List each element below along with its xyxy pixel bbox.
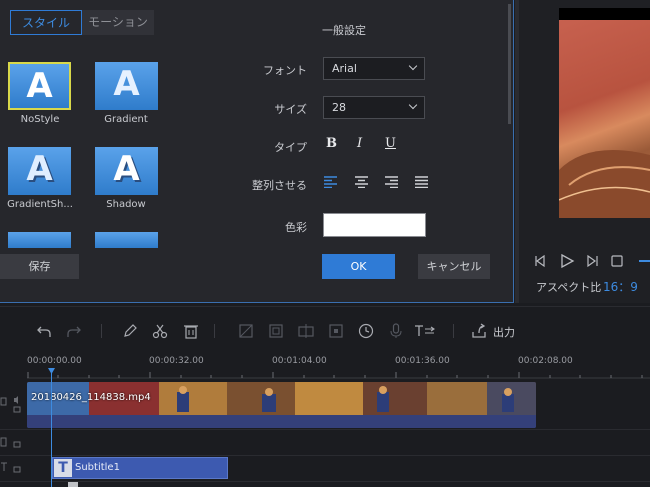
toolbar-separator: [214, 324, 215, 338]
track-handle[interactable]: [68, 482, 78, 487]
stop-icon[interactable]: [611, 255, 623, 267]
align-right-icon[interactable]: [385, 176, 399, 188]
save-button[interactable]: 保存: [0, 254, 79, 279]
chevron-down-icon: [408, 100, 418, 110]
style-letter: A: [113, 149, 140, 189]
speed-clock-icon[interactable]: [358, 323, 374, 339]
zoom-frame-icon[interactable]: [268, 323, 284, 339]
style-letter: A: [26, 149, 53, 189]
microphone-icon[interactable]: [388, 323, 404, 339]
style-card-shadow[interactable]: A: [95, 147, 158, 195]
align-label: 整列させる: [252, 179, 307, 192]
size-label: サイズ: [274, 103, 307, 116]
style-letter: A: [113, 64, 140, 104]
overlay-track-icons: [0, 437, 21, 448]
text-icon: T: [54, 459, 72, 477]
align-center-icon[interactable]: [355, 176, 369, 188]
ok-button[interactable]: OK: [322, 254, 395, 279]
font-value: Arial: [332, 62, 357, 75]
video-thumbnails: [27, 382, 536, 428]
font-label: フォント: [263, 64, 307, 77]
playhead-line[interactable]: [51, 369, 52, 487]
subtitle-clip-name: Subtitle1: [75, 462, 120, 473]
style-card-gradient-shadow[interactable]: A: [8, 147, 71, 195]
subtitle-clip[interactable]: T Subtitle1: [52, 457, 228, 479]
previous-frame-icon[interactable]: [534, 254, 548, 268]
chevron-down-icon: [408, 61, 418, 71]
ruler-tick-label: 00:00:00.00: [27, 356, 82, 366]
align-justify-icon[interactable]: [415, 176, 429, 188]
trash-icon[interactable]: [183, 323, 199, 339]
style-card-nostyle[interactable]: A: [8, 62, 71, 110]
redo-icon[interactable]: [66, 323, 82, 339]
ruler-tick-label: 00:01:04.00: [272, 356, 327, 366]
preview-scene: [558, 150, 650, 218]
video-track-icons: [0, 396, 21, 413]
video-clip-name: 20180426_114838.mp4: [31, 392, 151, 403]
tab-motion[interactable]: モーション: [82, 10, 154, 35]
style-label-gradient: Gradient: [104, 114, 148, 125]
aspect-ratio-value[interactable]: 16：9: [603, 278, 638, 295]
style-label-shadow: Shadow: [106, 199, 146, 210]
aspect-label: アスペクト比: [536, 281, 602, 294]
edit-pencil-icon[interactable]: [122, 323, 138, 339]
style-letter: A: [26, 66, 53, 106]
ruler-tick-label: 00:00:32.00: [149, 356, 204, 366]
toolbar-separator: [453, 324, 454, 338]
toolbar-separator: [101, 324, 102, 338]
undo-icon[interactable]: [36, 323, 52, 339]
font-select[interactable]: Arial: [323, 57, 425, 80]
size-select[interactable]: 28: [323, 96, 425, 119]
split-screen-icon[interactable]: [298, 323, 314, 339]
export-icon[interactable]: [470, 322, 488, 340]
video-clip[interactable]: 20180426_114838.mp4: [27, 382, 536, 428]
dialog-scrollbar[interactable]: [508, 4, 511, 124]
color-label: 色彩: [285, 221, 307, 234]
timeline-ruler[interactable]: [0, 369, 650, 379]
export-label[interactable]: 出力: [493, 324, 515, 340]
color-picker[interactable]: [323, 213, 426, 237]
italic-button[interactable]: I: [357, 136, 362, 151]
play-icon[interactable]: [559, 253, 575, 269]
section-title: 一般設定: [322, 24, 366, 37]
style-label-gradient-shadow: GradientSh...: [7, 199, 73, 210]
ruler-tick-label: 00:02:08.00: [518, 356, 573, 366]
scissors-icon[interactable]: [152, 323, 168, 339]
ruler-tick-label: 00:01:36.00: [395, 356, 450, 366]
size-value: 28: [332, 101, 346, 114]
text-track-icons: [1, 462, 21, 473]
style-card-partial-2[interactable]: [95, 232, 158, 248]
preview-video-frame: [558, 20, 650, 218]
underline-button[interactable]: U: [385, 136, 396, 151]
style-label-nostyle: NoStyle: [20, 114, 60, 125]
style-card-partial-1[interactable]: [8, 232, 71, 248]
overlay-track: [0, 430, 650, 456]
align-left-icon[interactable]: [324, 176, 338, 188]
timeline-toolbar: [0, 314, 650, 350]
tab-style[interactable]: スタイル: [10, 10, 82, 35]
bold-button[interactable]: B: [326, 136, 337, 151]
style-card-gradient[interactable]: A: [95, 62, 158, 110]
toolbar-divider: [0, 306, 650, 307]
volume-slider[interactable]: [639, 260, 650, 262]
pane-divider[interactable]: [515, 0, 519, 303]
next-frame-icon[interactable]: [585, 254, 599, 268]
cancel-button[interactable]: キャンセル: [418, 254, 490, 279]
mosaic-icon[interactable]: [328, 323, 344, 339]
type-label: タイプ: [274, 141, 307, 154]
text-to-speech-icon[interactable]: [414, 323, 436, 339]
crop-icon[interactable]: [238, 323, 254, 339]
